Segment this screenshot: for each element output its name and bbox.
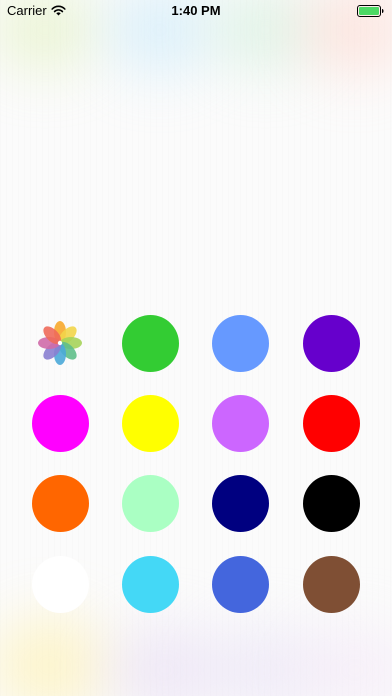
color-swatch-orange[interactable] <box>32 475 89 532</box>
photos-flower-icon[interactable] <box>35 318 85 368</box>
color-swatch-white[interactable] <box>32 556 89 613</box>
color-swatch-brown[interactable] <box>303 556 360 613</box>
battery-full-icon <box>357 5 384 17</box>
color-swatch-royal-blue[interactable] <box>212 556 269 613</box>
color-swatch-sky-blue[interactable] <box>122 556 179 613</box>
color-swatch-black[interactable] <box>303 475 360 532</box>
color-swatch-yellow[interactable] <box>122 395 179 452</box>
status-time: 1:40 PM <box>171 3 221 18</box>
color-swatch-magenta[interactable] <box>32 395 89 452</box>
color-swatch-navy[interactable] <box>212 475 269 532</box>
status-bar: Carrier 1:40 PM <box>0 0 392 22</box>
color-swatch-green[interactable] <box>122 315 179 372</box>
color-swatch-lavender[interactable] <box>212 395 269 452</box>
color-swatch-cornflower-blue[interactable] <box>212 315 269 372</box>
color-swatch-purple[interactable] <box>303 315 360 372</box>
color-swatch-mint[interactable] <box>122 475 179 532</box>
color-swatch-red[interactable] <box>303 395 360 452</box>
